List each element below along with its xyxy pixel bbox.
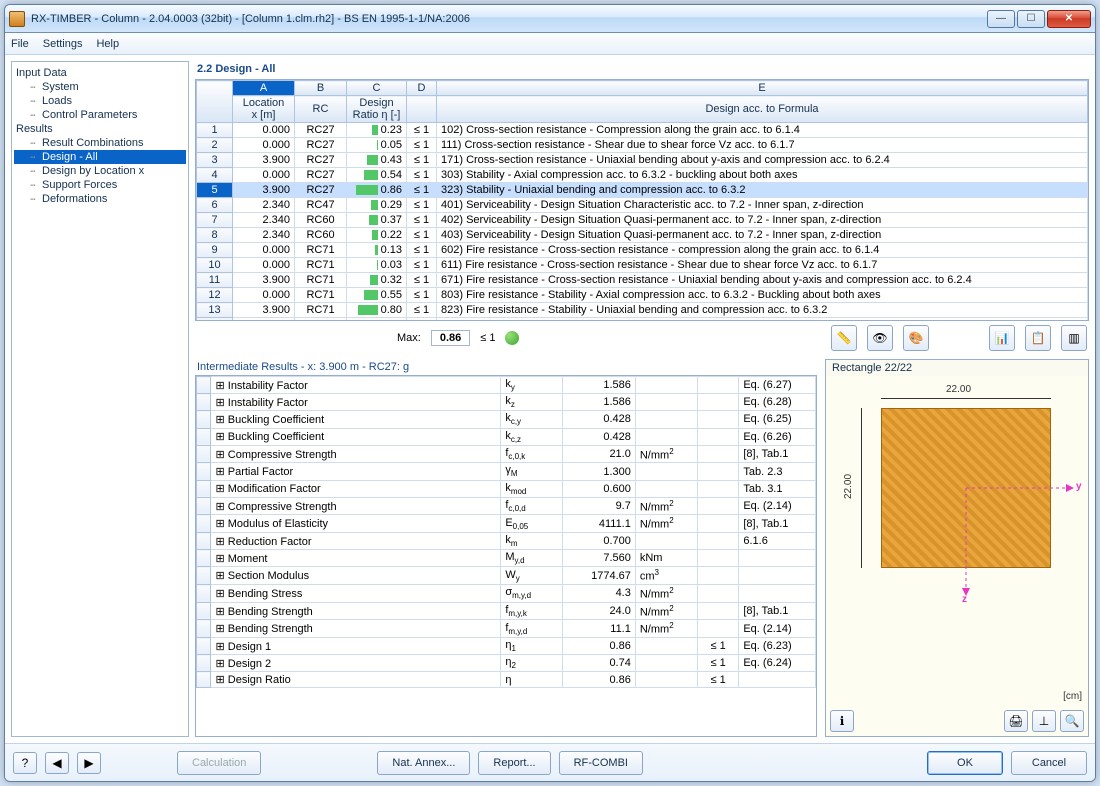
tree-input-data[interactable]: Input Data [14, 66, 186, 80]
intermed-row[interactable]: ⊞ Reduction Factorkm0.7006.1.6 [197, 533, 816, 550]
report-button[interactable]: Report... [478, 751, 550, 775]
menu-help[interactable]: Help [96, 38, 119, 50]
app-icon [9, 11, 25, 27]
filter-view-button[interactable]: 👁 [867, 325, 893, 351]
close-button[interactable]: ✕ [1047, 10, 1091, 28]
intermed-row[interactable]: ⊞ Design 1η10.86≤ 1Eq. (6.23) [197, 638, 816, 655]
col-b[interactable]: B [295, 81, 347, 96]
calculation-button[interactable]: Calculation [177, 751, 261, 775]
table-row[interactable]: 82.340RC60 0.22≤ 1403) Serviceability - … [197, 228, 1088, 243]
col-c[interactable]: C [347, 81, 407, 96]
detail-list-button[interactable]: 📋 [1025, 325, 1051, 351]
table-row[interactable]: 90.000RC71 0.13≤ 1602) Fire resistance -… [197, 243, 1088, 258]
col-e[interactable]: E [437, 81, 1088, 96]
tree-item[interactable]: ⋯Design by Location x [14, 164, 186, 178]
table-row[interactable]: 33.900RC27 0.43≤ 1171) Cross-section res… [197, 153, 1088, 168]
y-axis-label: y [1076, 481, 1082, 492]
table-row[interactable]: 62.340RC47 0.29≤ 1401) Serviceability - … [197, 198, 1088, 213]
filter-ratio-button[interactable]: 📏 [831, 325, 857, 351]
intermed-row[interactable]: ⊞ Bending Strengthfm,y,k24.0N/mm2[8], Ta… [197, 602, 816, 620]
unit-label: [cm] [1063, 691, 1082, 702]
tree-item[interactable]: ⋯Control Parameters [14, 108, 186, 122]
tree-item[interactable]: ⋯Design - All [14, 150, 186, 164]
filter-color-button[interactable]: 🎨 [903, 325, 929, 351]
table-row[interactable]: 120.000RC71 0.55≤ 1803) Fire resistance … [197, 288, 1088, 303]
table-row[interactable]: 72.340RC60 0.37≤ 1402) Serviceability - … [197, 213, 1088, 228]
minimize-button[interactable]: — [987, 10, 1015, 28]
intermediate-title: Intermediate Results - x: 3.900 m - RC27… [195, 359, 817, 375]
tree-results[interactable]: Results [14, 122, 186, 136]
menubar: File Settings Help [5, 33, 1095, 55]
print-view-button[interactable]: 🖨 [1004, 710, 1028, 732]
intermed-row[interactable]: ⊞ Design 2η20.74≤ 1Eq. (6.24) [197, 655, 816, 672]
footer: ? ◀ ▶ Calculation Nat. Annex... Report..… [5, 743, 1095, 781]
max-label: Max: [397, 332, 421, 344]
section-preview: Rectangle 22/22 22.00 22.00 [825, 359, 1089, 737]
table-row[interactable]: 53.900RC27 0.86≤ 1323) Stability - Uniax… [197, 183, 1088, 198]
tree-item[interactable]: ⋯Loads [14, 94, 186, 108]
tree-item[interactable]: ⋯System [14, 80, 186, 94]
cancel-button[interactable]: Cancel [1011, 751, 1087, 775]
max-rel: ≤ 1 [480, 332, 495, 344]
axes-overlay [826, 376, 1086, 606]
intermed-row[interactable]: ⊞ Compressive Strengthfc,0,d9.7N/mm2Eq. … [197, 497, 816, 515]
table-row[interactable]: 10.000RC27 0.23≤ 1102) Cross-section res… [197, 123, 1088, 138]
tree-item[interactable]: ⋯Support Forces [14, 178, 186, 192]
axes-button[interactable]: ⊥ [1032, 710, 1056, 732]
intermed-row[interactable]: ⊞ Instability Factorkz1.586Eq. (6.28) [197, 394, 816, 411]
table-row[interactable]: 113.900RC71 0.32≤ 1671) Fire resistance … [197, 273, 1088, 288]
tree-item[interactable]: ⋯Result Combinations [14, 136, 186, 150]
next-button[interactable]: ▶ [77, 752, 101, 774]
intermed-row[interactable]: ⊞ Buckling Coefficientkc,y0.428Eq. (6.25… [197, 411, 816, 428]
app-window: RX-TIMBER - Column - 2.04.0003 (32bit) -… [4, 4, 1096, 782]
intermed-row[interactable]: ⊞ Design Ratioη0.86≤ 1 [197, 672, 816, 688]
intermed-row[interactable]: ⊞ Modulus of ElasticityE0,054111.1N/mm2[… [197, 515, 816, 533]
intermed-row[interactable]: ⊞ Section ModulusWy1774.67cm3 [197, 567, 816, 585]
intermed-row[interactable]: ⊞ Modification Factorkmod0.600Tab. 3.1 [197, 480, 816, 497]
z-axis-label: z [962, 594, 967, 605]
menu-settings[interactable]: Settings [43, 38, 83, 50]
table-row[interactable]: 40.000RC27 0.54≤ 1303) Stability - Axial… [197, 168, 1088, 183]
ok-button[interactable]: OK [927, 751, 1003, 775]
window-title: RX-TIMBER - Column - 2.04.0003 (32bit) -… [31, 13, 987, 25]
intermed-row[interactable]: ⊞ Instability Factorky1.586Eq. (6.27) [197, 377, 816, 394]
nav-tree[interactable]: Input Data ⋯System⋯Loads⋯Control Paramet… [11, 61, 189, 737]
intermed-row[interactable]: ⊞ Bending Stressσm,y,d4.3N/mm2 [197, 585, 816, 603]
intermed-row[interactable]: ⊞ Partial FactorγM1.300Tab. 2.3 [197, 463, 816, 480]
intermediate-grid[interactable]: ⊞ Instability Factorky1.586Eq. (6.27)⊞ I… [195, 375, 817, 737]
table-row[interactable]: 20.000RC27 0.05≤ 1111) Cross-section res… [197, 138, 1088, 153]
info-button[interactable]: ℹ [830, 710, 854, 732]
tree-item[interactable]: ⋯Deformations [14, 192, 186, 206]
max-row: Max: 0.86 ≤ 1 📏 👁 🎨 📊 📋 ▥ [195, 321, 1089, 355]
intermed-row[interactable]: ⊞ Buckling Coefficientkc,z0.428Eq. (6.26… [197, 428, 816, 445]
section-title: 2.2 Design - All [195, 61, 1089, 79]
maximize-button[interactable]: ☐ [1017, 10, 1045, 28]
filter-extra-button[interactable]: ▥ [1061, 325, 1087, 351]
intermed-row[interactable]: ⊞ Bending Strengthfm,y,d11.1N/mm2Eq. (2.… [197, 620, 816, 638]
nat-annex-button[interactable]: Nat. Annex... [377, 751, 470, 775]
zoom-button[interactable]: 🔍 [1060, 710, 1084, 732]
menu-file[interactable]: File [11, 38, 29, 50]
table-row[interactable]: 100.000RC71 0.03≤ 1611) Fire resistance … [197, 258, 1088, 273]
col-d[interactable]: D [407, 81, 437, 96]
prev-button[interactable]: ◀ [45, 752, 69, 774]
graphic-result-button[interactable]: 📊 [989, 325, 1015, 351]
help-button[interactable]: ? [13, 752, 37, 774]
intermed-row[interactable]: ⊞ Compressive Strengthfc,0,k21.0N/mm2[8]… [197, 445, 816, 463]
col-a[interactable]: A [233, 81, 295, 96]
max-value: 0.86 [431, 330, 470, 346]
titlebar: RX-TIMBER - Column - 2.04.0003 (32bit) -… [5, 5, 1095, 33]
table-row[interactable]: 133.900RC71 0.80≤ 1823) Fire resistance … [197, 303, 1088, 318]
preview-title: Rectangle 22/22 [826, 360, 1088, 376]
intermed-row[interactable]: ⊞ MomentMy,d7.560kNm [197, 550, 816, 567]
rf-combi-button[interactable]: RF-COMBI [559, 751, 643, 775]
design-grid[interactable]: A B C D E Locationx [m] RC DesignRatio η… [195, 79, 1089, 321]
ok-icon [505, 331, 519, 345]
